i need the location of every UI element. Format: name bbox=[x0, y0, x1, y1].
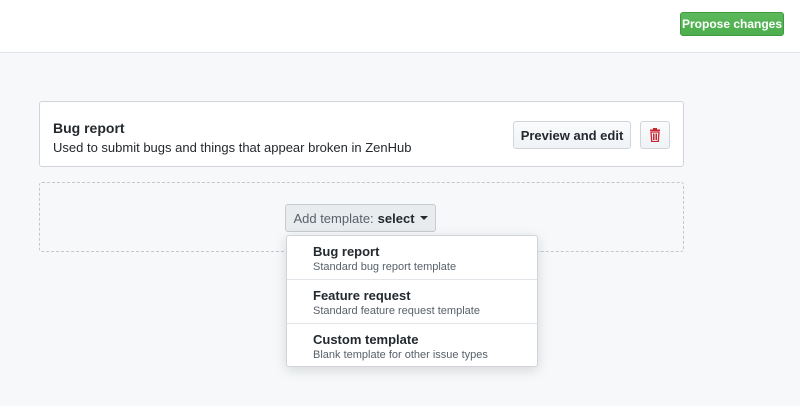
add-template-label: Add template: bbox=[293, 210, 374, 226]
delete-template-button[interactable] bbox=[640, 121, 670, 149]
template-description: Used to submit bugs and things that appe… bbox=[53, 140, 412, 155]
trash-icon bbox=[650, 128, 660, 142]
dropdown-item-title: Feature request bbox=[313, 288, 411, 303]
add-template-selected: select bbox=[377, 210, 415, 226]
template-dropdown: Bug report Standard bug report template … bbox=[286, 235, 538, 367]
caret-down-icon bbox=[419, 216, 428, 220]
propose-changes-button[interactable]: Propose changes bbox=[680, 12, 784, 36]
dropdown-item-description: Blank template for other issue types bbox=[313, 349, 488, 361]
dropdown-item-title: Custom template bbox=[313, 332, 419, 347]
top-bar: Propose changes bbox=[0, 0, 800, 53]
dropdown-item-feature-request[interactable]: Feature request Standard feature request… bbox=[287, 280, 537, 324]
template-title: Bug report bbox=[53, 120, 125, 136]
template-card-bug-report: Bug report Used to submit bugs and thing… bbox=[39, 101, 684, 167]
dropdown-item-description: Standard bug report template bbox=[313, 261, 457, 273]
preview-and-edit-button[interactable]: Preview and edit bbox=[513, 121, 631, 149]
dropdown-item-custom-template[interactable]: Custom template Blank template for other… bbox=[287, 324, 537, 368]
dropdown-item-description: Standard feature request template bbox=[313, 305, 480, 317]
dropdown-item-title: Bug report bbox=[313, 244, 380, 259]
dropdown-item-bug-report[interactable]: Bug report Standard bug report template bbox=[287, 236, 537, 280]
add-template-select[interactable]: Add template: select bbox=[285, 204, 436, 232]
